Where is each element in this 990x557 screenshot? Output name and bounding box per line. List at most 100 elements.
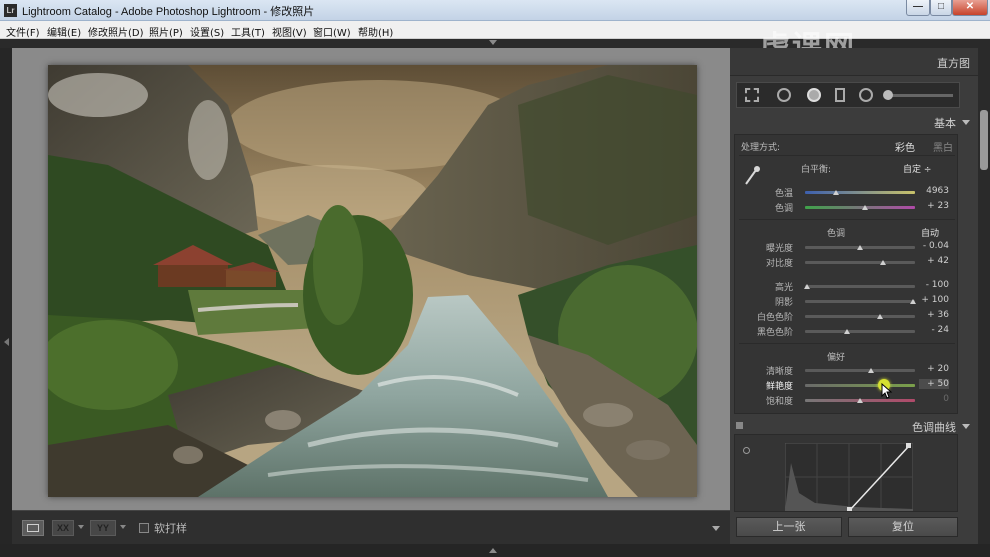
white-balance-picker-icon[interactable] [743,165,761,187]
adjustment-brush-slider[interactable] [887,94,953,97]
tone-curve-panel[interactable] [734,434,958,512]
expand-left-arrow-icon[interactable] [4,338,9,346]
reset-button[interactable]: 复位 [848,517,958,537]
white-balance-label: 白平衡: [801,165,832,175]
window-title: Lightroom Catalog - Adobe Photoshop Ligh… [22,6,315,18]
tool-strip [736,82,960,108]
slider-value[interactable]: + 23 [919,201,949,211]
menu-window[interactable]: 窗口(W) [313,24,351,39]
blacks-thumb[interactable] [844,329,850,334]
menu-photo[interactable]: 照片(P) [149,24,183,39]
collapse-curve-icon[interactable] [962,424,970,429]
maximize-button[interactable]: □ [930,0,952,16]
slider-label: 饱和度 [765,397,793,407]
histogram-header[interactable]: 直方图 [730,48,978,76]
slider-value[interactable]: + 100 [919,295,949,305]
white-balance-dropdown[interactable]: 自定 ÷ [903,162,931,175]
lightroom-app-icon: Lr [4,4,17,17]
temp-thumb[interactable] [833,190,839,195]
menu-settings[interactable]: 设置(S) [190,24,224,39]
tint-track[interactable] [805,206,915,209]
before-after-button[interactable]: XX [52,520,74,536]
before-after-dropdown-icon[interactable] [78,525,84,529]
previous-button[interactable]: 上一张 [736,517,842,537]
close-button[interactable]: ✕ [952,0,988,16]
basic-section-header[interactable]: 基本 [730,112,978,132]
slider-value[interactable]: - 24 [919,325,949,335]
contrast-thumb[interactable] [880,260,886,265]
tone-curve-graph[interactable] [785,443,913,511]
treatment-bw-button[interactable]: 黑白 [933,139,953,154]
top-panel-toggle[interactable] [0,39,990,48]
bottom-panel-toggle[interactable] [0,544,990,557]
menu-bar: 文件(F) 编辑(E) 修改照片(D) 照片(P) 设置(S) 工具(T) 视图… [0,21,990,39]
tint-thumb[interactable] [862,205,868,210]
loupe-view-button[interactable] [22,520,44,536]
crop-overlay-icon[interactable] [745,88,759,102]
whites-track[interactable] [805,315,915,318]
right-panel-scrollbar[interactable] [978,48,990,544]
collapse-top-arrow-icon[interactable] [489,40,497,45]
menu-tools[interactable]: 工具(T) [231,24,265,39]
menu-view[interactable]: 视图(V) [272,24,307,39]
develop-toolbar: XX YY 软打样 [12,510,730,544]
softproof-checkbox[interactable] [139,523,149,533]
presence-group-label: 偏好 [827,353,846,363]
slider-label: 清晰度 [765,367,793,377]
slider-value[interactable]: + 50 [919,379,949,389]
graduated-filter-icon[interactable] [835,88,845,102]
exposure-thumb[interactable] [857,245,863,250]
slider-value[interactable]: + 42 [919,256,949,266]
toolbar-options-dropdown-icon[interactable] [712,526,720,531]
saturation-thumb[interactable] [857,398,863,403]
blacks-track[interactable] [805,330,915,333]
landscape-photo-image [48,65,697,497]
left-panel-toggle[interactable] [0,48,12,548]
menu-edit[interactable]: 编辑(E) [47,24,81,39]
vibrance-track[interactable] [805,384,915,387]
tone-auto-button[interactable]: 自动 [921,226,939,239]
shadows-track[interactable] [805,300,915,303]
slider-label: 色调 [774,204,793,214]
menu-help[interactable]: 帮助(H) [358,24,393,39]
slider-value[interactable]: + 20 [919,364,949,374]
treatment-label: 处理方式: [741,143,781,153]
landscape-photo[interactable] [48,65,697,497]
slider-value[interactable]: 0 [919,394,949,404]
tone-curve-toggle-icon[interactable] [736,422,743,429]
menu-develop[interactable]: 修改照片(D) [88,24,144,39]
clarity-thumb[interactable] [868,368,874,373]
divider [739,155,955,156]
slider-label: 黑色色阶 [756,328,793,338]
temp-track[interactable] [805,191,915,194]
scrollbar-thumb[interactable] [980,110,988,170]
slider-value[interactable]: 4963 [919,186,949,196]
collapse-basic-icon[interactable] [962,120,970,125]
adjustment-brush-icon[interactable] [883,90,893,100]
slider-label: 鲜艳度 [765,382,793,392]
minimize-button[interactable]: — [906,0,930,16]
slider-value[interactable]: - 0.04 [919,241,949,251]
contrast-track[interactable] [805,261,915,264]
tone-curve-section-header[interactable]: 色调曲线 [730,416,978,436]
whites-thumb[interactable] [877,314,883,319]
radial-filter-icon[interactable] [859,88,873,102]
spot-removal-icon[interactable] [777,88,791,102]
slider-value[interactable]: - 100 [919,280,949,290]
shadows-thumb[interactable] [910,299,916,304]
clarity-track[interactable] [805,369,915,372]
targeted-adjustment-icon[interactable] [743,447,750,454]
slider-label: 高光 [774,283,793,293]
slider-label: 对比度 [765,259,793,269]
highlights-thumb[interactable] [804,284,810,289]
before-after-swap-button[interactable]: YY [90,520,116,536]
slider-label: 色温 [774,189,793,199]
highlights-track[interactable] [805,285,915,288]
collapse-bottom-arrow-icon[interactable] [489,548,497,553]
red-eye-icon[interactable] [807,88,821,102]
menu-file[interactable]: 文件(F) [6,24,40,39]
swap-dropdown-icon[interactable] [120,525,126,529]
divider [739,343,955,344]
slider-value[interactable]: + 36 [919,310,949,320]
treatment-color-button[interactable]: 彩色 [895,139,915,154]
